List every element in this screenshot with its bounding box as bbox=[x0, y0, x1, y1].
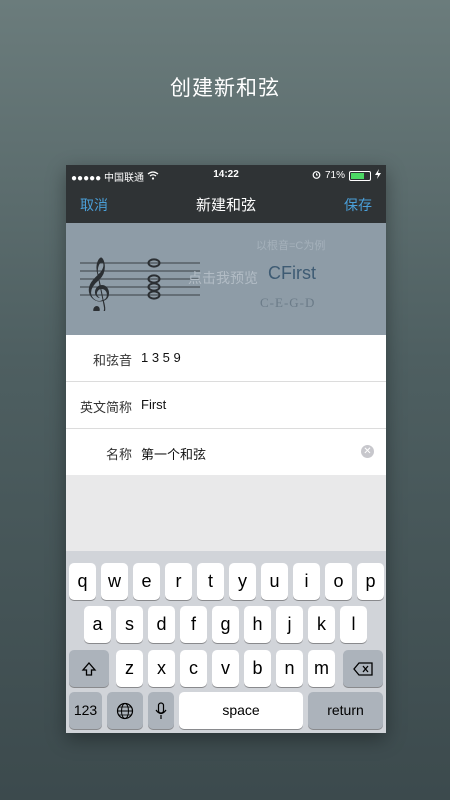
key-k[interactable]: k bbox=[308, 606, 335, 643]
key-m[interactable]: m bbox=[308, 650, 335, 687]
return-key[interactable]: return bbox=[308, 692, 383, 729]
name-row[interactable]: 名称 第一个和弦 ✕ bbox=[66, 429, 386, 475]
key-o[interactable]: o bbox=[325, 563, 352, 600]
key-y[interactable]: y bbox=[229, 563, 256, 600]
backspace-icon bbox=[353, 662, 373, 676]
chord-tones-label: 和弦音 bbox=[92, 353, 132, 368]
save-button[interactable]: 保存 bbox=[344, 195, 372, 215]
svg-text:𝄞: 𝄞 bbox=[83, 257, 111, 311]
status-bar: ●●●●● 中国联通 14:22 71% bbox=[66, 165, 386, 185]
key-q[interactable]: q bbox=[69, 563, 96, 600]
key-g[interactable]: g bbox=[212, 606, 239, 643]
numbers-key[interactable]: 123 bbox=[69, 692, 102, 729]
alarm-icon bbox=[312, 170, 321, 182]
key-s[interactable]: s bbox=[116, 606, 143, 643]
key-d[interactable]: d bbox=[148, 606, 175, 643]
chord-notes-text: C-E-G-D bbox=[260, 295, 316, 310]
key-h[interactable]: h bbox=[244, 606, 271, 643]
root-note-hint: 以根音=C为例 bbox=[256, 240, 326, 252]
page-banner-title: 创建新和弦 bbox=[170, 77, 280, 100]
backspace-key[interactable] bbox=[343, 650, 383, 687]
shift-icon bbox=[81, 662, 97, 676]
english-abbrev-label: 英文简称 bbox=[79, 400, 132, 415]
globe-icon bbox=[116, 703, 134, 720]
key-t[interactable]: t bbox=[197, 563, 224, 600]
chord-tones-row[interactable]: 和弦音 1 3 5 9 bbox=[66, 335, 386, 382]
key-r[interactable]: r bbox=[165, 563, 192, 600]
chord-form: 和弦音 1 3 5 9 英文简称 First 名称 第一个和弦 ✕ bbox=[66, 335, 386, 475]
name-input[interactable]: 第一个和弦 bbox=[141, 444, 206, 463]
treble-clef-icon: 𝄞 bbox=[83, 257, 111, 311]
key-z[interactable]: z bbox=[116, 650, 143, 687]
key-u[interactable]: u bbox=[261, 563, 288, 600]
key-c[interactable]: c bbox=[180, 650, 207, 687]
globe-key[interactable] bbox=[107, 692, 143, 729]
key-x[interactable]: x bbox=[148, 650, 175, 687]
key-v[interactable]: v bbox=[212, 650, 239, 687]
phone-screen: ●●●●● 中国联通 14:22 71% 取消 新建和弦 保存 𝄞 以根音=C为… bbox=[66, 165, 386, 733]
english-abbrev-row[interactable]: 英文简称 First bbox=[66, 382, 386, 429]
chord-name-preview: CFirst bbox=[268, 263, 316, 283]
microphone-icon bbox=[155, 702, 167, 720]
keyboard: qwertyuiop asdfghjkl zxcvbnm 123 space r… bbox=[66, 551, 386, 733]
nav-bar: 取消 新建和弦 保存 bbox=[66, 185, 386, 223]
battery-icon bbox=[349, 170, 371, 181]
chord-tones-input[interactable]: 1 3 5 9 bbox=[141, 350, 181, 365]
key-e[interactable]: e bbox=[133, 563, 160, 600]
battery-percent: 71% bbox=[324, 170, 345, 181]
tap-to-preview-label[interactable]: 点击我预览 bbox=[188, 268, 258, 288]
nav-title: 新建和弦 bbox=[195, 197, 256, 214]
key-l[interactable]: l bbox=[340, 606, 367, 643]
dictation-key[interactable] bbox=[148, 692, 174, 729]
shift-key[interactable] bbox=[69, 650, 109, 687]
music-staff: 𝄞 bbox=[80, 257, 200, 311]
key-i[interactable]: i bbox=[293, 563, 320, 600]
key-f[interactable]: f bbox=[180, 606, 207, 643]
clear-icon[interactable]: ✕ bbox=[361, 445, 374, 458]
space-key[interactable]: space bbox=[179, 692, 303, 729]
key-p[interactable]: p bbox=[357, 563, 384, 600]
english-abbrev-input[interactable]: First bbox=[141, 397, 166, 412]
key-b[interactable]: b bbox=[244, 650, 271, 687]
chord-preview-panel[interactable]: 𝄞 以根音=C为例 点击我预览 CFirst C-E-G-D bbox=[66, 223, 386, 335]
battery-fill bbox=[351, 172, 364, 179]
key-j[interactable]: j bbox=[276, 606, 303, 643]
key-n[interactable]: n bbox=[276, 650, 303, 687]
key-w[interactable]: w bbox=[101, 563, 128, 600]
name-label: 名称 bbox=[105, 447, 132, 462]
key-a[interactable]: a bbox=[84, 606, 111, 643]
charging-icon bbox=[375, 169, 381, 182]
